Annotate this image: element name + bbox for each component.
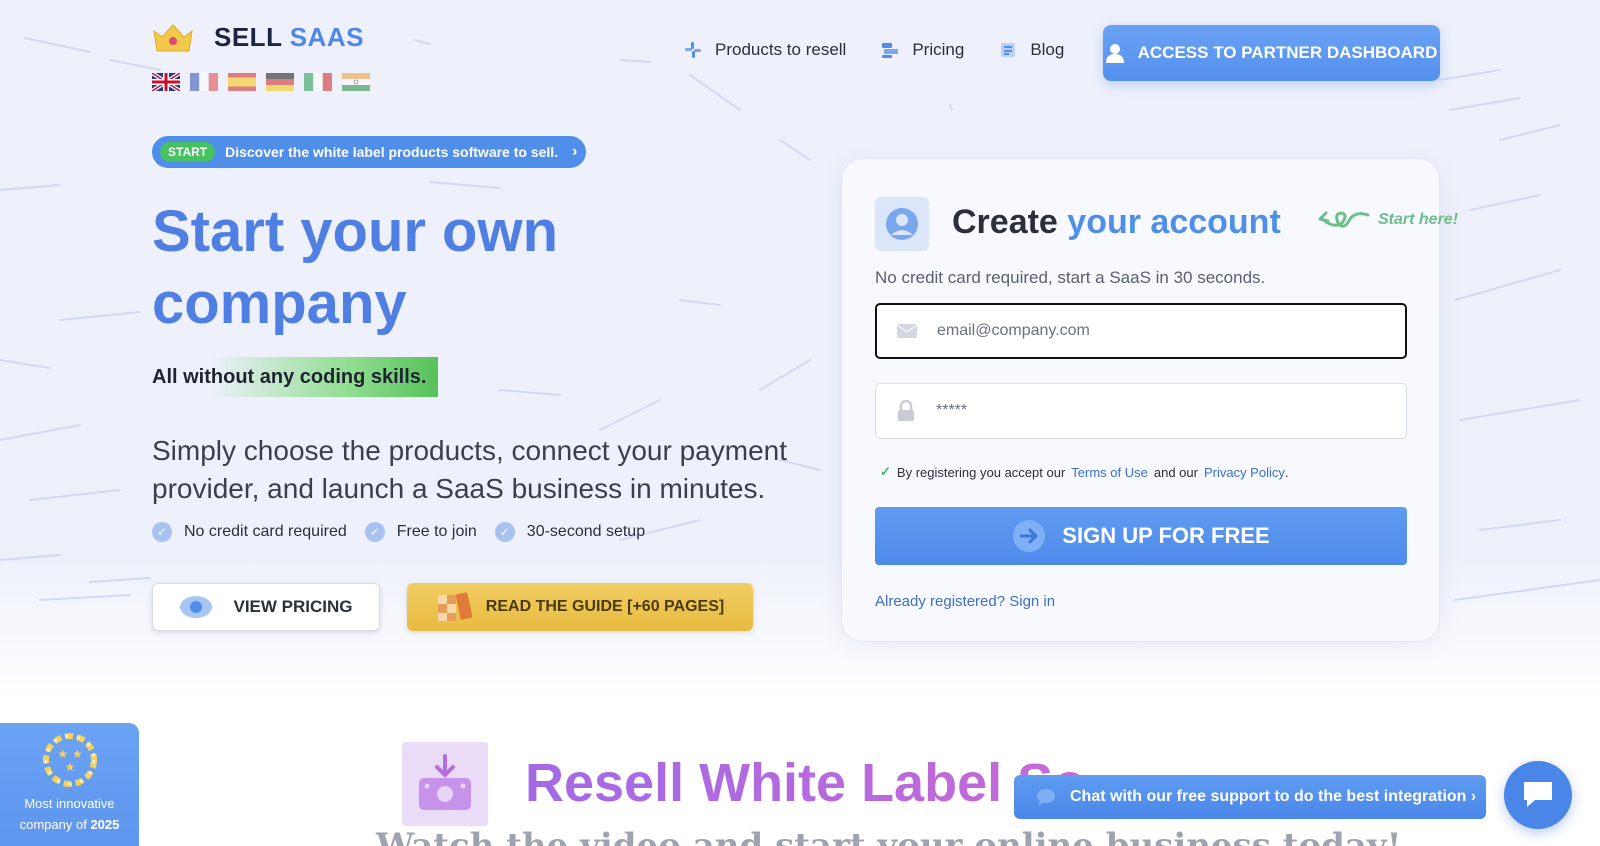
email-input[interactable]: [937, 322, 1377, 340]
hero-headline: Start your own company: [152, 199, 559, 336]
partner-dashboard-label: ACCESS TO PARTNER DASHBOARD: [1137, 43, 1438, 62]
check-icon: ✓: [152, 522, 172, 542]
nav-products[interactable]: Products to resell: [683, 40, 846, 60]
read-guide-label: READ THE GUIDE [+60 PAGES]: [485, 598, 725, 615]
award-year: 2025: [90, 817, 120, 832]
start-here-label: Start here!: [1378, 211, 1459, 228]
benefit-label: No credit card required: [184, 523, 347, 540]
flag-fr-icon[interactable]: [190, 73, 218, 91]
terms-suffix: .: [1284, 464, 1289, 480]
flag-it-icon[interactable]: [304, 73, 332, 91]
grid-icon: [685, 42, 701, 58]
flag-in-icon[interactable]: [342, 73, 370, 91]
book-icon: [437, 592, 472, 621]
user-circle-icon: [886, 208, 918, 240]
nav-pricing[interactable]: Pricing: [880, 40, 964, 60]
language-switcher: [152, 73, 370, 91]
terms-prefix: By registering you accept our: [896, 464, 1066, 480]
signup-button[interactable]: SIGN UP FOR FREE: [875, 507, 1407, 565]
chevron-right-icon: ›: [572, 143, 578, 160]
award-line1: Most innovative: [24, 796, 115, 811]
check-icon: ✓: [364, 522, 385, 542]
flag-uk-icon[interactable]: [152, 73, 180, 91]
checkmark-icon: ✓: [880, 464, 891, 479]
arrow-right-circle-icon: [1013, 520, 1046, 552]
nav-products-label: Products to resell: [715, 40, 847, 59]
benefit-item: ✓ No credit card required: [152, 522, 347, 542]
lock-icon: [876, 400, 936, 422]
mail-icon: [877, 323, 937, 339]
award-line2-prefix: company of: [19, 817, 87, 832]
view-pricing-label: VIEW PRICING: [233, 597, 353, 616]
signup-title-accent: your account: [1067, 203, 1281, 241]
flag-de-icon[interactable]: [266, 73, 294, 91]
award-line2: company of 2025: [0, 814, 139, 835]
chat-bubble-icon: [1037, 789, 1055, 806]
benefit-checks: ✓ No credit card required ✓ Free to join…: [152, 522, 645, 542]
logo-main: SELL: [214, 22, 282, 52]
view-pricing-button[interactable]: VIEW PRICING: [152, 583, 380, 631]
main-nav: Products to resell Pricing Blog: [683, 40, 1064, 60]
nav-blog[interactable]: Blog: [998, 40, 1064, 60]
privacy-link[interactable]: Privacy Policy: [1204, 465, 1285, 480]
section-title: Resell White Label Software: [525, 752, 1085, 814]
chat-support-banner[interactable]: Chat with our free support to do the bes…: [1014, 775, 1486, 819]
discover-pill[interactable]: START Discover the white label products …: [152, 136, 586, 168]
benefit-item: ✓ 30-second setup: [494, 522, 646, 542]
logo-text: SELL SAAS: [214, 22, 364, 53]
crown-icon: [153, 23, 193, 51]
partner-dashboard-button[interactable]: ACCESS TO PARTNER DASHBOARD: [1103, 25, 1440, 81]
no-code-highlight: All without any coding skills.: [152, 357, 438, 397]
signup-title: Create your account: [952, 203, 1281, 242]
blog-icon: [1001, 43, 1016, 57]
start-badge: START: [160, 142, 216, 162]
nav-blog-label: Blog: [1030, 40, 1065, 59]
email-field[interactable]: [875, 303, 1407, 359]
check-icon: ✓: [494, 522, 515, 542]
terms-link[interactable]: Terms of Use: [1071, 465, 1148, 480]
signup-button-label: SIGN UP FOR FREE: [1062, 523, 1270, 548]
logo-accent: SAAS: [289, 22, 364, 52]
terms-mid: and our: [1153, 464, 1198, 480]
award-wreath-icon: ★ ★ ★: [42, 733, 97, 787]
svg-text:★ ★: ★ ★: [57, 747, 82, 761]
benefit-label: Free to join: [396, 523, 477, 540]
flag-es-icon[interactable]: [228, 73, 256, 91]
eye-icon: [180, 596, 213, 618]
logo[interactable]: SELL SAAS: [152, 22, 364, 53]
section-subtitle: Watch the video and start your online bu…: [376, 826, 1402, 846]
download-box-icon: [419, 754, 471, 810]
chat-launcher-button[interactable]: [1504, 761, 1572, 829]
pricing-icon: [882, 43, 899, 58]
signup-title-main: Create: [952, 203, 1058, 241]
signin-link[interactable]: Already registered? Sign in: [875, 593, 1055, 610]
discover-pill-text: Discover the white label products softwa…: [225, 144, 559, 160]
account-avatar-icon: [875, 197, 929, 251]
hero-description: Simply choose the products, connect your…: [152, 435, 788, 504]
password-input[interactable]: [936, 402, 1376, 420]
nav-pricing-label: Pricing: [912, 40, 965, 59]
chat-support-label: Chat with our free support to do the bes…: [1070, 788, 1477, 805]
svg-text:★: ★: [64, 760, 75, 774]
signup-subtitle: No credit card required, start a SaaS in…: [875, 268, 1266, 287]
read-guide-button[interactable]: READ THE GUIDE [+60 PAGES]: [407, 583, 753, 631]
message-icon: [1524, 782, 1552, 807]
user-icon: [1105, 44, 1124, 63]
terms-notice: ✓ By registering you accept our Terms of…: [880, 464, 1289, 480]
benefit-item: ✓ Free to join: [364, 522, 477, 542]
password-field[interactable]: [875, 383, 1407, 439]
benefit-label: 30-second setup: [526, 523, 646, 540]
award-badge[interactable]: ★ ★ ★ Most innovative company of 2025: [0, 723, 139, 846]
start-here-note: Start here!: [1316, 205, 1458, 235]
curly-arrow-icon: [1318, 211, 1370, 228]
resell-download-icon: [402, 742, 488, 826]
